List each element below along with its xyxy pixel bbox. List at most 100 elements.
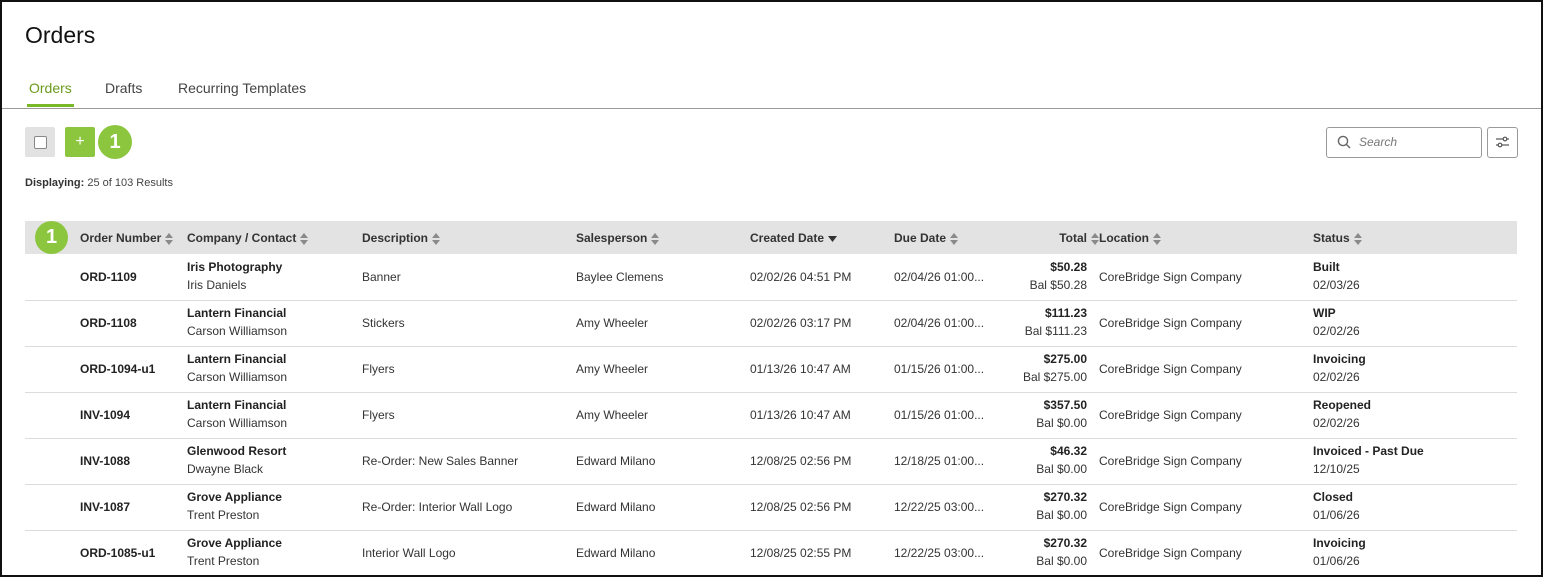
sort-icon: [1087, 231, 1099, 245]
results-text: 25 of 103 Results: [87, 177, 173, 189]
due-date: 02/04/26 01:00...: [894, 270, 985, 284]
sort-icon: [647, 231, 660, 245]
location: CoreBridge Sign Company: [1099, 362, 1242, 376]
column-header-order-number[interactable]: Order Number: [80, 231, 174, 245]
status-date: 01/06/26: [1313, 554, 1360, 568]
add-order-button[interactable]: +: [65, 127, 95, 157]
order-number[interactable]: INV-1094: [80, 408, 130, 422]
results-prefix: Displaying:: [25, 177, 85, 189]
column-header-salesperson[interactable]: Salesperson: [576, 231, 660, 245]
description: Banner: [362, 270, 401, 284]
order-number[interactable]: INV-1087: [80, 500, 130, 514]
column-header-location[interactable]: Location: [1099, 231, 1161, 245]
column-header-due-date[interactable]: Due Date: [894, 231, 959, 245]
salesperson: Amy Wheeler: [576, 362, 649, 376]
sliders-icon: [1496, 136, 1509, 148]
order-number[interactable]: ORD-1109: [80, 270, 137, 284]
select-all-checkbox[interactable]: [34, 136, 47, 149]
status: Invoiced - Past Due: [1313, 444, 1424, 458]
sort-icon: [296, 231, 309, 245]
column-header-status[interactable]: Status: [1313, 231, 1362, 245]
sort-icon: [1149, 231, 1161, 245]
created-date: 12/08/25 02:56 PM: [750, 454, 852, 468]
due-date: 01/15/26 01:00...: [894, 408, 985, 422]
company-name: Glenwood Resort: [187, 444, 287, 458]
filter-button[interactable]: [1487, 127, 1518, 158]
company-name: Lantern Financial: [187, 398, 287, 412]
description: Interior Wall Logo: [362, 546, 456, 560]
table-row[interactable]: ORD-1085-u1 Grove Appliance Trent Preston I…: [25, 530, 1517, 575]
page-title: Orders: [25, 22, 96, 48]
description: Flyers: [362, 362, 395, 376]
status-date: 02/02/26: [1313, 416, 1360, 430]
sort-icon: [428, 231, 441, 245]
total-amount: $46.32: [1050, 444, 1087, 458]
search-input[interactable]: Search: [1326, 127, 1482, 158]
table-row[interactable]: INV-1094 Lantern Financial Carson Williams…: [25, 392, 1517, 439]
company-name: Grove Appliance: [187, 536, 282, 550]
balance-amount: Bal $111.23: [1024, 324, 1087, 338]
column-header-total[interactable]: Total: [1059, 231, 1099, 245]
created-date: 02/02/26 04:51 PM: [750, 270, 852, 284]
salesperson: Edward Milano: [576, 500, 656, 514]
status: Invoicing: [1313, 536, 1366, 550]
column-header-label: Description: [362, 231, 429, 245]
column-header-label: Status: [1313, 231, 1350, 245]
status-date: 01/06/26: [1313, 508, 1360, 522]
description: Flyers: [362, 408, 395, 422]
column-header-label: Created Date: [750, 231, 825, 245]
total-amount: $357.50: [1043, 398, 1087, 412]
description: Re-Order: Interior Wall Logo: [362, 500, 513, 514]
table-row[interactable]: ORD-1094-u1 Lantern Financial Carson Willi…: [25, 346, 1517, 393]
total-amount: $111.23: [1044, 306, 1087, 320]
company-name: Lantern Financial: [187, 306, 287, 320]
location: CoreBridge Sign Company: [1099, 546, 1242, 560]
contact-name: Carson Williamson: [187, 370, 288, 384]
sort-icon: [161, 231, 174, 245]
contact-name: Dwayne Black: [187, 462, 264, 476]
column-header-company-contact[interactable]: Company / Contact: [187, 231, 309, 245]
contact-name: Iris Daniels: [187, 278, 247, 292]
tab-orders[interactable]: Orders: [27, 80, 74, 107]
status-date: 12/10/25: [1313, 462, 1360, 476]
contact-name: Carson Williamson: [187, 324, 288, 338]
column-header-created-date[interactable]: Created Date: [750, 231, 838, 245]
order-number[interactable]: INV-1088: [80, 454, 130, 468]
column-header-description[interactable]: Description: [362, 231, 441, 245]
contact-name: Carson Williamson: [187, 416, 288, 430]
company-name: Lantern Financial: [187, 352, 287, 366]
total-amount: $270.32: [1043, 536, 1087, 550]
due-date: 02/04/26 01:00...: [894, 316, 985, 330]
status: Invoicing: [1313, 352, 1366, 366]
callout-badge: 1: [98, 125, 132, 159]
order-number[interactable]: ORD-1108: [80, 316, 137, 330]
location: CoreBridge Sign Company: [1099, 316, 1242, 330]
table-row[interactable]: INV-1088 Glenwood Resort Dwayne Black Re-Or…: [25, 438, 1517, 485]
tab-drafts[interactable]: Drafts: [105, 80, 142, 96]
balance-amount: Bal $50.28: [1029, 278, 1087, 292]
created-date: 02/02/26 03:17 PM: [750, 316, 852, 330]
status: Reopened: [1313, 398, 1372, 412]
salesperson: Amy Wheeler: [576, 316, 649, 330]
contact-name: Trent Preston: [187, 508, 260, 522]
status-date: 02/02/26: [1313, 324, 1360, 338]
table-row[interactable]: INV-1087 Grove Appliance Trent Preston Re-O…: [25, 484, 1517, 531]
search-placeholder: Search: [1359, 135, 1398, 149]
column-header-label: Total: [1059, 231, 1087, 245]
total-amount: $270.32: [1043, 490, 1087, 504]
order-number[interactable]: ORD-1085-u1: [80, 546, 155, 560]
location: CoreBridge Sign Company: [1099, 500, 1242, 514]
salesperson: Edward Milano: [576, 546, 656, 560]
balance-amount: Bal $275.00: [1022, 370, 1087, 384]
description: Stickers: [362, 316, 405, 330]
column-header-label: Company / Contact: [187, 231, 297, 245]
created-date: 12/08/25 02:56 PM: [750, 500, 852, 514]
created-date: 01/13/26 10:47 AM: [750, 408, 851, 422]
salesperson: Amy Wheeler: [576, 408, 649, 422]
table-row[interactable]: ORD-1108 Lantern Financial Carson Williams…: [25, 300, 1517, 347]
table-row[interactable]: ORD-1109 Iris Photography Iris Daniels Bann…: [25, 254, 1517, 301]
select-all-checkbox-wrapper[interactable]: [25, 127, 55, 157]
due-date: 12/18/25 01:00...: [894, 454, 985, 468]
order-number[interactable]: ORD-1094-u1: [80, 362, 155, 376]
tab-recurring-templates[interactable]: Recurring Templates: [178, 80, 306, 96]
